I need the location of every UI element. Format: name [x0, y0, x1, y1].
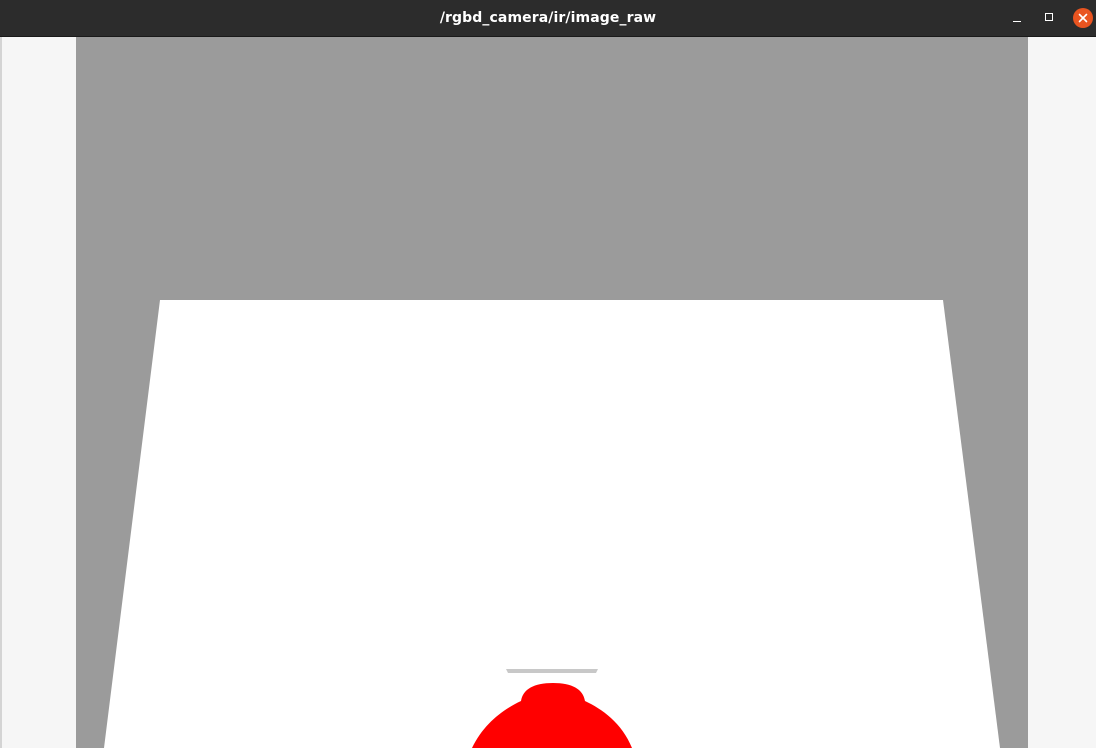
title-bar[interactable]: /rgbd_camera/ir/image_raw [0, 0, 1096, 37]
window-title: /rgbd_camera/ir/image_raw [439, 10, 657, 26]
camera-image-canvas [76, 37, 1028, 748]
object-rim [506, 669, 598, 673]
image-view-window: /rgbd_camera/ir/image_raw [0, 0, 1096, 748]
camera-image[interactable] [76, 37, 1028, 748]
maximize-icon [1045, 13, 1053, 21]
minimize-button[interactable] [1007, 8, 1027, 28]
ground-plane [104, 300, 1000, 748]
window-left-border [0, 37, 2, 748]
close-icon [1078, 13, 1088, 23]
close-button[interactable] [1073, 8, 1093, 28]
image-viewport [0, 37, 1096, 748]
maximize-button[interactable] [1040, 8, 1060, 28]
minimize-icon [1013, 21, 1021, 22]
